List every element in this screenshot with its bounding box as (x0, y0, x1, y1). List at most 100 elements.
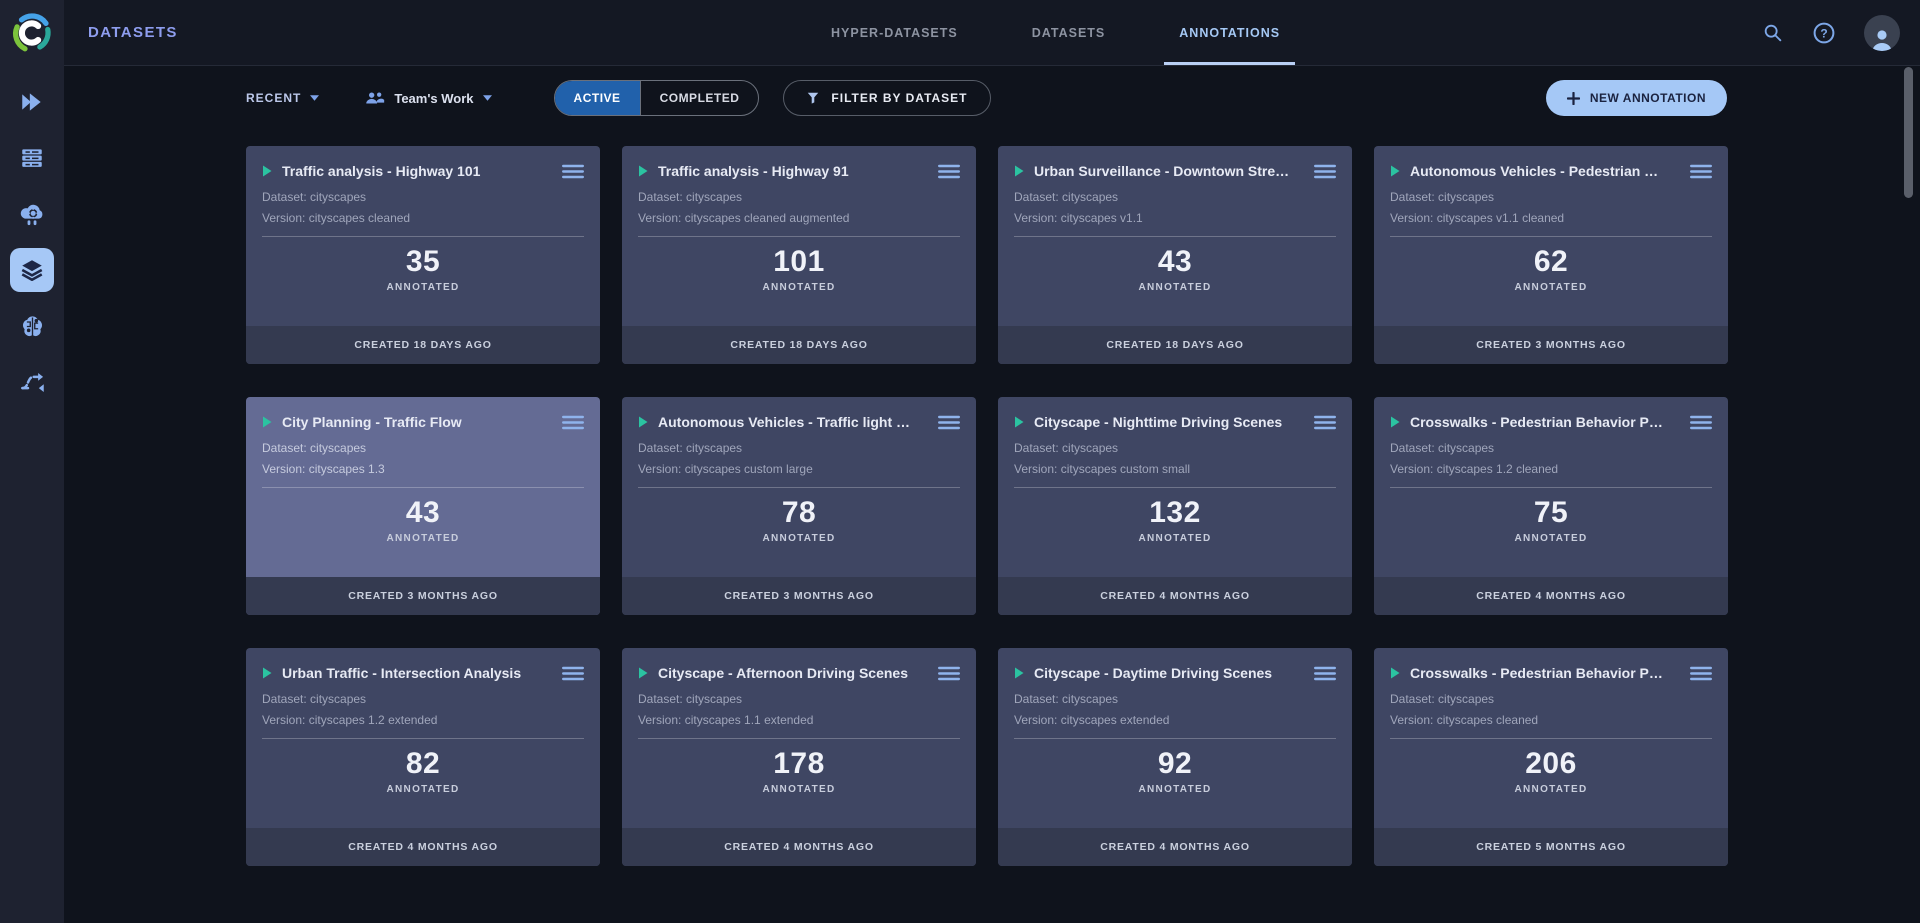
annotated-label: ANNOTATED (638, 784, 960, 795)
card-title: Autonomous Vehicles - Traffic light … (658, 414, 928, 430)
annotated-count: 35 (262, 245, 584, 279)
annotation-card[interactable]: Cityscape - Daytime Driving Scenes Datas… (998, 648, 1352, 866)
card-divider (262, 236, 584, 237)
scope-dropdown[interactable]: Team's Work (365, 91, 491, 106)
card-body: Urban Traffic - Intersection Analysis Da… (246, 648, 600, 828)
card-title: Urban Surveillance - Downtown Stre… (1034, 163, 1304, 179)
card-title: Crosswalks - Pedestrian Behavior P… (1410, 665, 1680, 681)
annotation-card[interactable]: Crosswalks - Pedestrian Behavior P… Data… (1374, 648, 1728, 866)
app-logo[interactable] (0, 0, 64, 66)
sidebar-nav (10, 66, 54, 404)
card-version: Version: cityscapes extended (1014, 713, 1336, 727)
sort-dropdown[interactable]: RECENT (246, 91, 319, 105)
card-dataset: Dataset: cityscapes (262, 692, 584, 706)
card-dataset: Dataset: cityscapes (262, 190, 584, 204)
card-footer: CREATED 3 MONTHS AGO (622, 577, 976, 615)
toggle-active[interactable]: ACTIVE (555, 81, 640, 115)
page-title: DATASETS (88, 24, 178, 41)
card-title-row: Traffic analysis - Highway 101 (262, 159, 584, 183)
topbar-actions: ? (1762, 0, 1900, 65)
card-dataset: Dataset: cityscapes (1014, 190, 1336, 204)
vertical-scrollbar-thumb[interactable] (1904, 67, 1913, 198)
annotation-card[interactable]: Cityscape - Afternoon Driving Scenes Dat… (622, 648, 976, 866)
sidebar-item-workers[interactable] (10, 136, 54, 180)
card-divider (1390, 738, 1712, 739)
cloud-autoscaler-icon (18, 200, 46, 228)
sidebar-item-datasets[interactable] (10, 248, 54, 292)
card-body: Traffic analysis - Highway 101 Dataset: … (246, 146, 600, 326)
annotation-card[interactable]: Urban Surveillance - Downtown Stre… Data… (998, 146, 1352, 364)
card-menu-icon[interactable] (1314, 164, 1336, 179)
tab-annotations[interactable]: ANNOTATIONS (1164, 0, 1295, 65)
card-menu-icon[interactable] (562, 666, 584, 681)
card-version: Version: cityscapes cleaned (262, 211, 584, 225)
search-icon (1762, 22, 1784, 44)
tab-hyper-datasets[interactable]: HYPER-DATASETS (816, 0, 973, 65)
card-menu-icon[interactable] (1690, 164, 1712, 179)
tab-datasets[interactable]: DATASETS (1017, 0, 1121, 65)
card-version: Version: cityscapes v1.1 cleaned (1390, 211, 1712, 225)
annotation-card[interactable]: Crosswalks - Pedestrian Behavior P… Data… (1374, 397, 1728, 615)
new-annotation-button[interactable]: NEW ANNOTATION (1546, 80, 1727, 116)
card-divider (1014, 487, 1336, 488)
card-version: Version: cityscapes 1.1 extended (638, 713, 960, 727)
toggle-completed[interactable]: COMPLETED (640, 81, 759, 115)
user-avatar[interactable] (1864, 15, 1900, 51)
sidebar-item-pipelines[interactable] (10, 360, 54, 404)
annotation-card[interactable]: City Planning - Traffic Flow Dataset: ci… (246, 397, 600, 615)
help-button[interactable]: ? (1812, 21, 1836, 45)
scope-label: Team's Work (394, 91, 473, 106)
annotation-card[interactable]: Cityscape - Nighttime Driving Scenes Dat… (998, 397, 1352, 615)
card-title-row: Crosswalks - Pedestrian Behavior P… (1390, 661, 1712, 685)
annotation-card[interactable]: Urban Traffic - Intersection Analysis Da… (246, 648, 600, 866)
annotation-card[interactable]: Autonomous Vehicles - Pedestrian … Datas… (1374, 146, 1728, 364)
annotation-card[interactable]: Traffic analysis - Highway 91 Dataset: c… (622, 146, 976, 364)
card-title: Autonomous Vehicles - Pedestrian … (1410, 163, 1680, 179)
sidebar-item-autoscalers[interactable] (10, 192, 54, 236)
card-body: Cityscape - Afternoon Driving Scenes Dat… (622, 648, 976, 828)
status-toggle: ACTIVE COMPLETED (554, 80, 760, 116)
card-divider (638, 738, 960, 739)
card-divider (1390, 487, 1712, 488)
card-menu-icon[interactable] (938, 666, 960, 681)
card-menu-icon[interactable] (1690, 415, 1712, 430)
card-menu-icon[interactable] (1314, 666, 1336, 681)
card-menu-icon[interactable] (562, 164, 584, 179)
play-icon (1390, 165, 1400, 177)
card-dataset: Dataset: cityscapes (1390, 692, 1712, 706)
card-footer: CREATED 4 MONTHS AGO (998, 577, 1352, 615)
card-created: CREATED 4 MONTHS AGO (348, 841, 498, 853)
annotated-count: 206 (1390, 747, 1712, 781)
filter-by-dataset-label: FILTER BY DATASET (831, 91, 967, 105)
card-body: Autonomous Vehicles - Pedestrian … Datas… (1374, 146, 1728, 326)
card-footer: CREATED 5 MONTHS AGO (1374, 828, 1728, 866)
annotation-card[interactable]: Autonomous Vehicles - Traffic light … Da… (622, 397, 976, 615)
card-dataset: Dataset: cityscapes (1014, 441, 1336, 455)
card-menu-icon[interactable] (562, 415, 584, 430)
card-title-row: Cityscape - Nighttime Driving Scenes (1014, 410, 1336, 434)
annotated-label: ANNOTATED (1390, 784, 1712, 795)
play-icon (262, 165, 272, 177)
sidebar-item-models[interactable] (10, 304, 54, 348)
card-title-row: Traffic analysis - Highway 91 (638, 159, 960, 183)
card-body: Crosswalks - Pedestrian Behavior P… Data… (1374, 648, 1728, 828)
card-menu-icon[interactable] (938, 415, 960, 430)
card-title-row: Cityscape - Daytime Driving Scenes (1014, 661, 1336, 685)
card-menu-icon[interactable] (1690, 666, 1712, 681)
play-icon (638, 416, 648, 428)
card-title: Cityscape - Daytime Driving Scenes (1034, 665, 1304, 681)
card-divider (262, 738, 584, 739)
filter-by-dataset-button[interactable]: FILTER BY DATASET (783, 80, 990, 116)
card-divider (1390, 236, 1712, 237)
annotated-label: ANNOTATED (1014, 533, 1336, 544)
card-menu-icon[interactable] (938, 164, 960, 179)
sidebar-item-getting-started[interactable] (10, 80, 54, 124)
card-divider (1014, 738, 1336, 739)
card-footer: CREATED 18 DAYS AGO (246, 326, 600, 364)
annotation-card[interactable]: Traffic analysis - Highway 101 Dataset: … (246, 146, 600, 364)
play-icon (1014, 416, 1024, 428)
search-button[interactable] (1762, 22, 1784, 44)
card-created: CREATED 18 DAYS AGO (354, 339, 491, 351)
play-icon (638, 165, 648, 177)
card-menu-icon[interactable] (1314, 415, 1336, 430)
